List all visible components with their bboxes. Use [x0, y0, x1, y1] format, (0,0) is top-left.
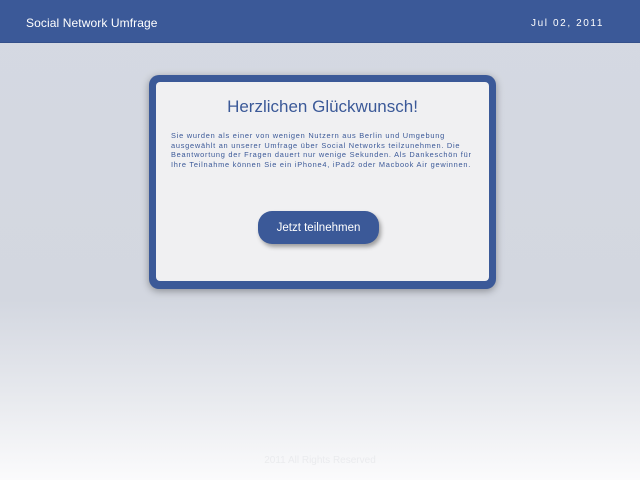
- header-date: Jul 02, 2011: [531, 18, 604, 29]
- participate-button[interactable]: Jetzt teilnehmen: [258, 211, 379, 244]
- card-description: Sie wurden als einer von wenigen Nutzern…: [171, 131, 472, 169]
- footer-copyright: 2011 All Rights Reserved: [264, 455, 376, 466]
- top-bar: Social Network Umfrage Jul 02, 2011: [0, 0, 640, 43]
- survey-card: Herzlichen Glückwunsch! Sie wurden als e…: [149, 75, 496, 289]
- card-title: Herzlichen Glückwunsch!: [227, 97, 418, 116]
- site-title: Social Network Umfrage: [26, 16, 158, 30]
- survey-card-content: Herzlichen Glückwunsch! Sie wurden als e…: [156, 82, 489, 281]
